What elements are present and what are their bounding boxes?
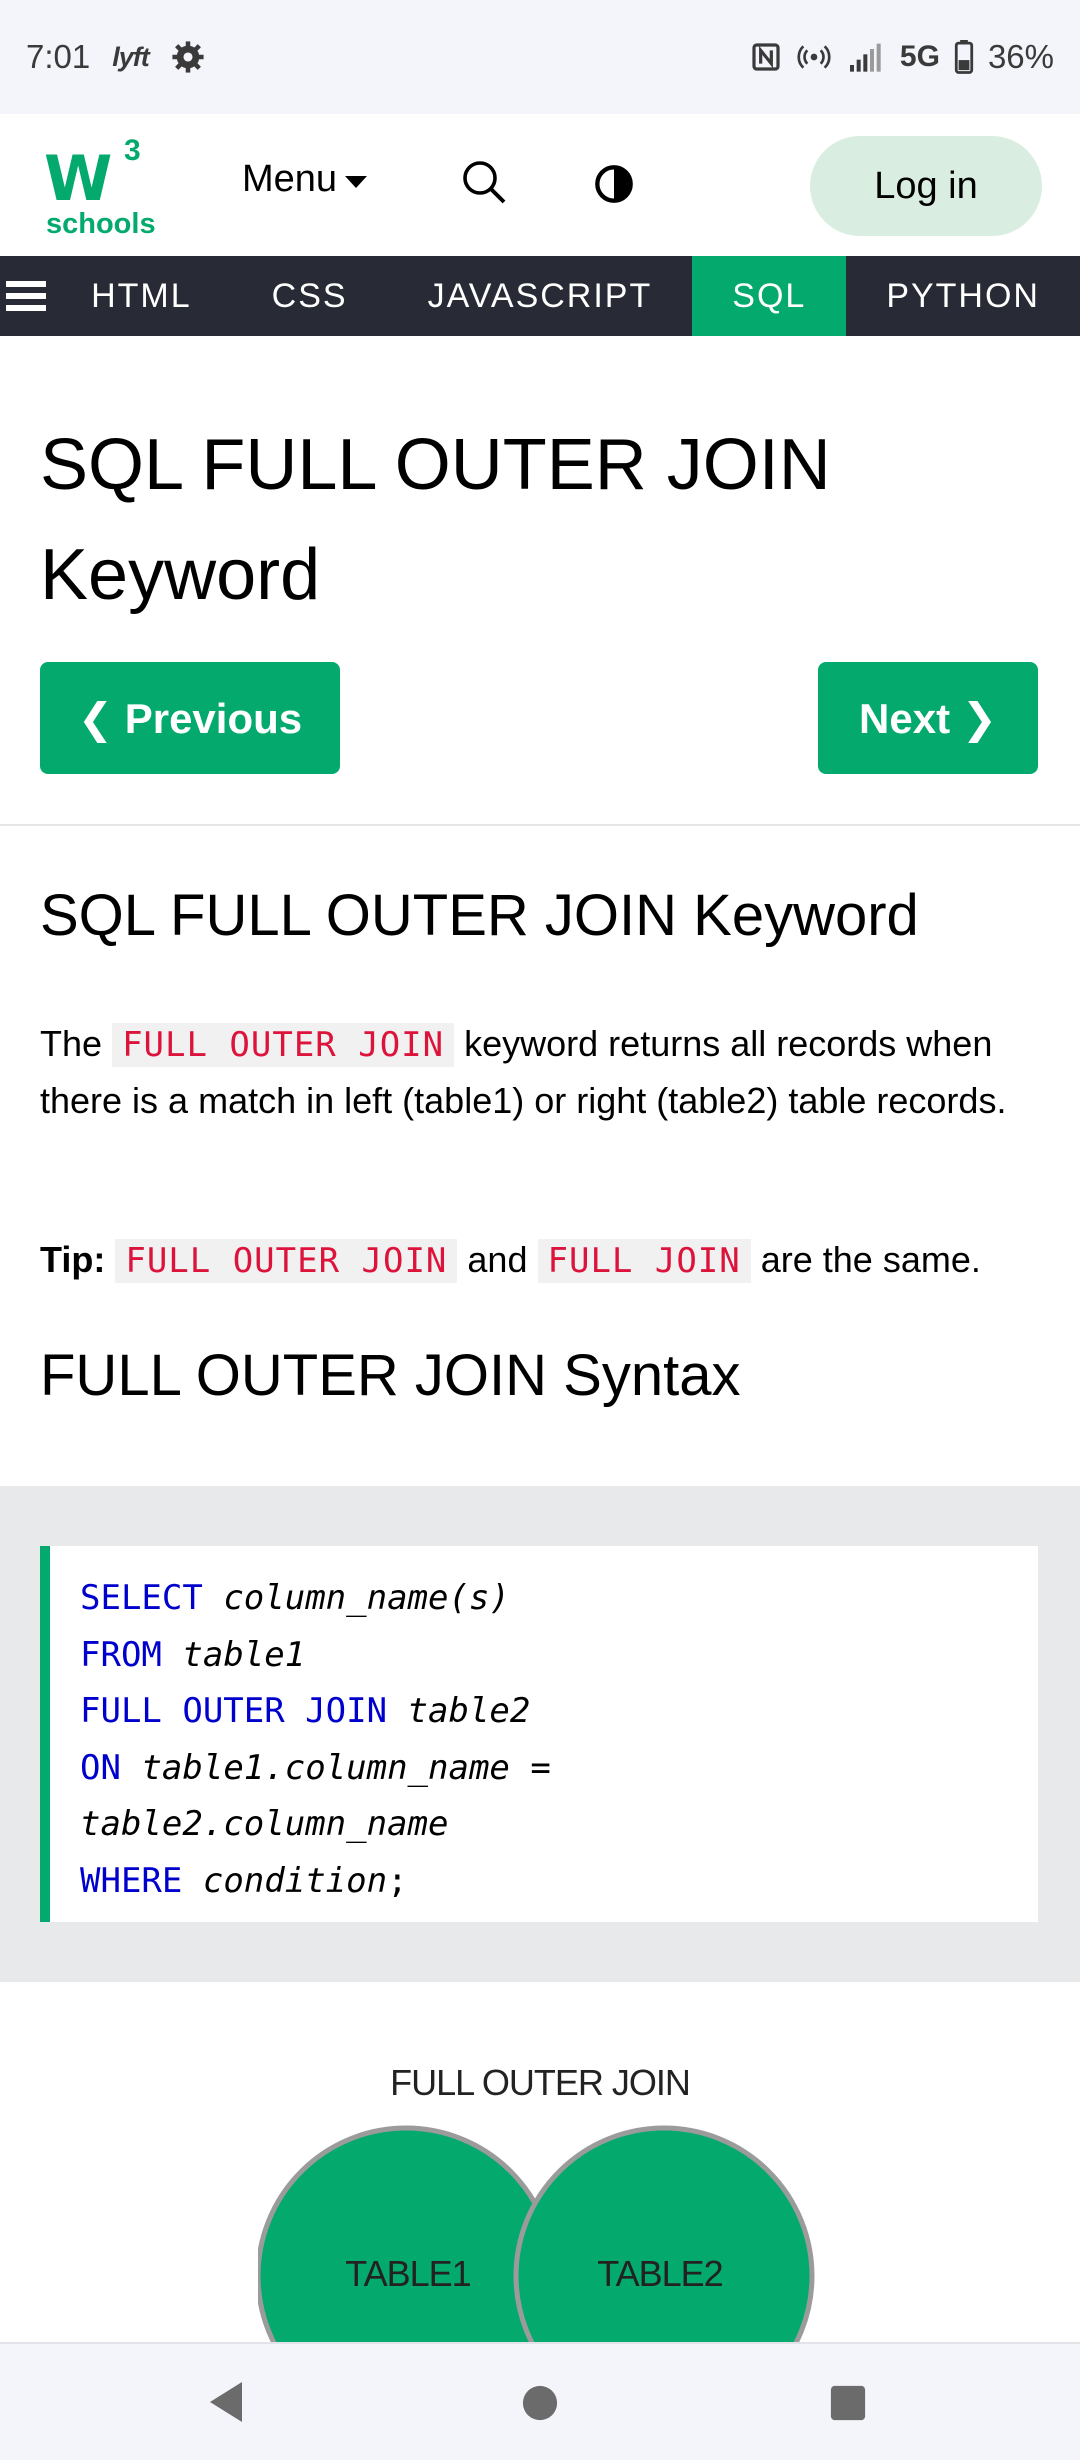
- page-title-line2: Keyword: [40, 535, 321, 615]
- page-title-line1: SQL FULL OUTER JOIN: [40, 425, 831, 505]
- tip-and: and: [467, 1239, 528, 1280]
- w3schools-logo[interactable]: W 3 schools: [44, 134, 156, 240]
- hamburger-menu-icon[interactable]: [0, 256, 51, 336]
- venn-diagram: TABLE1 TABLE2: [258, 2125, 815, 2344]
- system-nav-bar: [0, 2342, 1080, 2460]
- caret-down-icon: [345, 175, 368, 188]
- code-identifier: table1.column_name: [141, 1747, 510, 1788]
- code-keyword: FROM: [80, 1634, 162, 1675]
- venn-title: FULL OUTER JOIN: [390, 2062, 691, 2103]
- nav-item-javascript[interactable]: JAVASCRIPT: [388, 256, 693, 336]
- nav-item-css[interactable]: CSS: [232, 256, 388, 336]
- syntax-heading: FULL OUTER JOIN Syntax: [40, 1343, 741, 1408]
- status-time: 7:01: [26, 38, 91, 75]
- next-button[interactable]: Next ❯: [818, 662, 1038, 774]
- code-identifier: table2: [407, 1691, 531, 1731]
- battery-percent: 36%: [987, 38, 1054, 75]
- code-identifier: condition: [202, 1860, 388, 1901]
- settings-gear-icon: [172, 41, 204, 73]
- code-terminator: ;: [387, 1860, 408, 1901]
- code-block: SELECT column_name(s) FROM table1 FULL O…: [40, 1546, 1038, 1922]
- section-heading: SQL FULL OUTER JOIN Keyword: [40, 883, 919, 948]
- tip-paragraph: Tip: FULL OUTER JOIN and FULL JOIN are t…: [40, 1232, 1050, 1289]
- logo-superscript: 3: [124, 134, 141, 167]
- previous-button[interactable]: ❮ Previous: [40, 662, 340, 774]
- tip-text-post: are the same.: [760, 1239, 981, 1280]
- network-type: 5G: [899, 40, 940, 73]
- menu-button[interactable]: Menu: [242, 158, 368, 201]
- code-keyword: FULL OUTER JOIN: [80, 1691, 388, 1731]
- code-identifier: table2.column_name: [80, 1804, 449, 1844]
- inline-code: FULL OUTER JOIN: [112, 1023, 455, 1067]
- search-icon[interactable]: [460, 158, 508, 206]
- nfc-icon: [752, 43, 780, 71]
- divider: [0, 824, 1080, 826]
- nav-item-python[interactable]: PYTHON: [846, 256, 1080, 336]
- intro-text-pre: The: [40, 1023, 103, 1064]
- back-icon[interactable]: [206, 2380, 246, 2424]
- inline-code: FULL JOIN: [537, 1239, 751, 1283]
- logo-text: schools: [46, 208, 156, 240]
- logo-w-glyph: W: [44, 142, 112, 215]
- topnav: HTML CSS JAVASCRIPT SQL PYTHON: [0, 256, 1080, 336]
- home-icon[interactable]: [521, 2384, 559, 2422]
- menu-label: Menu: [242, 158, 338, 200]
- contrast-toggle-icon[interactable]: [594, 164, 634, 204]
- lyft-icon: lyft: [112, 41, 149, 72]
- code-keyword: SELECT: [80, 1578, 203, 1618]
- syntax-example: SELECT column_name(s) FROM table1 FULL O…: [0, 1486, 1080, 1982]
- hotspot-icon: [797, 45, 831, 69]
- code-keyword: ON: [80, 1747, 121, 1788]
- venn-circle-table1: [258, 2125, 557, 2344]
- nav-item-html[interactable]: HTML: [51, 256, 232, 336]
- inline-code: FULL OUTER JOIN: [115, 1239, 458, 1283]
- code-identifier: table1: [182, 1634, 306, 1675]
- recents-icon[interactable]: [829, 2384, 867, 2422]
- venn-circle-table2: [513, 2125, 815, 2344]
- login-button[interactable]: Log in: [810, 136, 1042, 236]
- battery-icon: [954, 40, 974, 74]
- intro-paragraph: The FULL OUTER JOIN keyword returns all …: [40, 1016, 1050, 1129]
- code-identifier: column_name(s): [223, 1578, 510, 1618]
- venn-label-table1: TABLE1: [345, 2253, 470, 2294]
- signal-icon: [849, 43, 881, 72]
- venn-label-table2: TABLE2: [597, 2253, 722, 2294]
- code-operator: =: [530, 1747, 551, 1788]
- status-bar: 7:01 lyft 5G 36%: [0, 0, 1080, 114]
- site-header: W 3 schools Menu Log in: [0, 114, 1080, 256]
- page-title: SQL FULL OUTER JOIN Keyword: [40, 410, 1040, 630]
- nav-item-sql[interactable]: SQL: [692, 256, 847, 336]
- tip-label: Tip:: [40, 1239, 106, 1280]
- code-keyword: WHERE: [80, 1860, 183, 1901]
